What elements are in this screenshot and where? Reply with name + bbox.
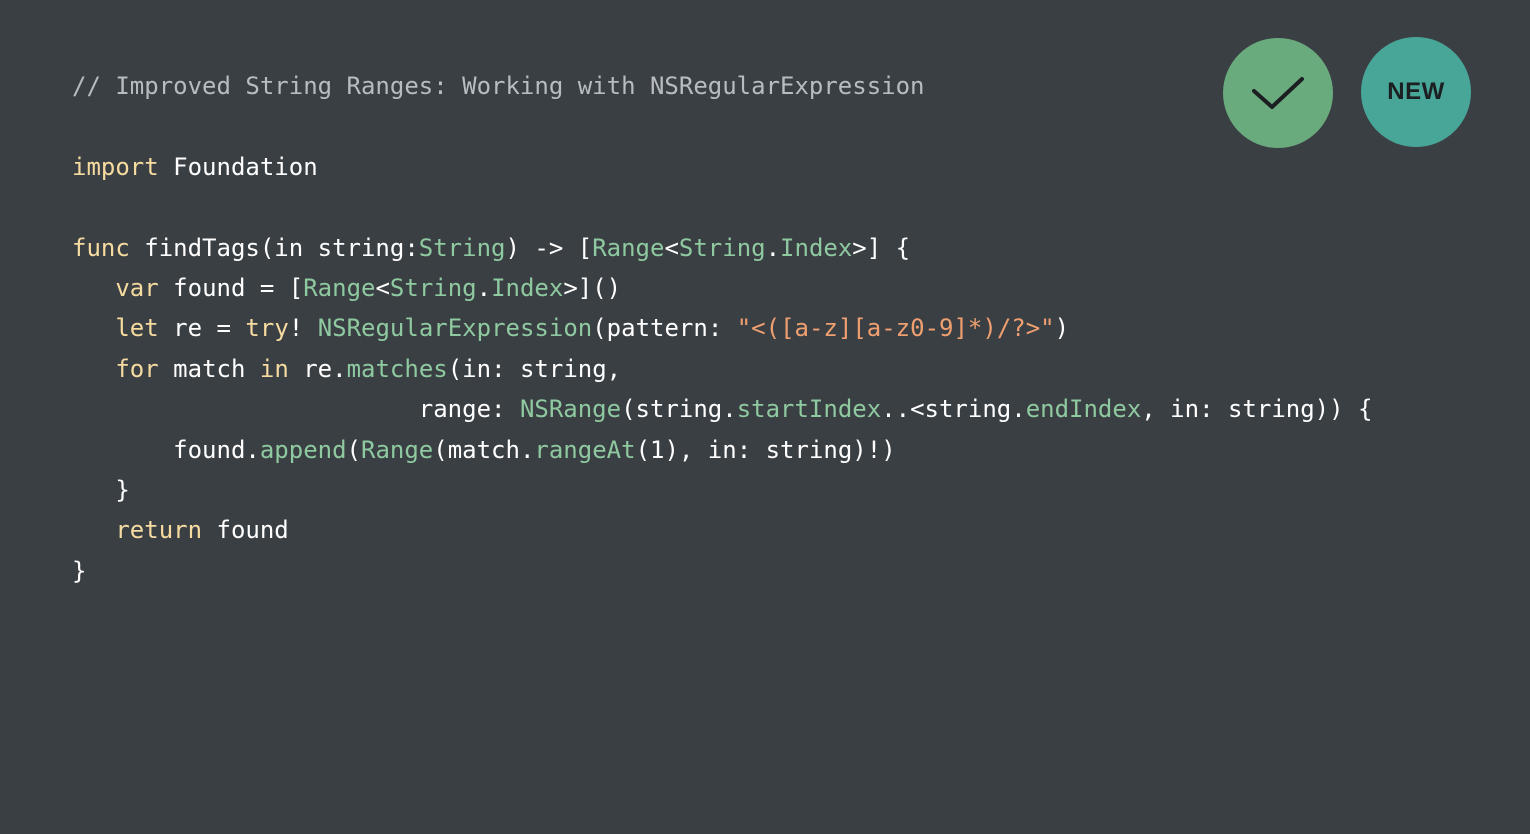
checkmark-badge xyxy=(1223,38,1333,148)
code-token-keyword: var xyxy=(115,273,159,302)
code-token-method: endIndex xyxy=(1025,395,1142,424)
code-line: found.append(Range(match.rangeAt(1), in:… xyxy=(72,430,1472,470)
code-token-type: String xyxy=(678,233,766,262)
code-token-plain: ) xyxy=(1054,314,1070,343)
code-token-keyword: try xyxy=(245,314,289,343)
code-token-string: "<([a-z][a-z0-9]*)/?>" xyxy=(736,314,1055,343)
code-token-plain: < xyxy=(375,273,390,302)
code-token-plain: range: xyxy=(72,395,520,424)
code-line: let re = try! NSRegularExpression(patter… xyxy=(72,308,1472,348)
code-token-plain: >]() xyxy=(563,273,622,302)
code-line: return found xyxy=(72,510,1472,550)
code-token-plain: , in: string)) { xyxy=(1141,395,1373,424)
code-token-method: append xyxy=(259,435,347,464)
code-token-plain: ( xyxy=(346,435,361,464)
code-token-plain: found. xyxy=(72,435,260,464)
code-token-type: Range xyxy=(303,273,376,302)
code-token-type: NSRange xyxy=(519,395,622,424)
code-token-plain: >] { xyxy=(852,233,911,262)
code-token-plain: } xyxy=(72,475,130,504)
code-token-plain: (1), in: string)!) xyxy=(635,435,896,464)
code-token-plain: < xyxy=(664,233,679,262)
code-token-plain: found = [ xyxy=(158,273,304,302)
code-line: for match in re.matches(in: string, xyxy=(72,349,1472,389)
code-token-keyword: let xyxy=(115,314,159,343)
code-token-plain: . xyxy=(765,233,781,262)
code-line: import Foundation xyxy=(72,147,1472,187)
code-token-plain: ! xyxy=(288,314,318,343)
code-token-plain: re. xyxy=(288,354,347,383)
new-badge-label: NEW xyxy=(1387,78,1445,105)
code-token-plain: found xyxy=(202,516,289,545)
code-token-type: NSRegularExpression xyxy=(317,314,593,343)
code-token-type: Range xyxy=(361,435,434,464)
code-token-type: String xyxy=(418,233,506,262)
code-token-method: startIndex xyxy=(736,395,882,424)
new-badge: NEW xyxy=(1361,37,1471,147)
code-line: var found = [Range<String.Index>]() xyxy=(72,268,1472,308)
code-token-plain: (in: string, xyxy=(447,354,622,383)
code-token-plain: Foundation xyxy=(158,152,318,181)
code-token-type: Index xyxy=(491,273,564,302)
code-token-plain: re = xyxy=(158,314,246,343)
code-line: func findTags(in string:String) -> [Rang… xyxy=(72,228,1472,268)
code-token-type: String xyxy=(389,273,477,302)
code-token-plain: . xyxy=(476,273,492,302)
code-token-type: Index xyxy=(780,233,853,262)
code-token-plain: (pattern: xyxy=(592,314,737,343)
code-token-plain: (match. xyxy=(433,435,535,464)
code-token-type: Range xyxy=(592,233,665,262)
code-line: range: NSRange(string.startIndex..<strin… xyxy=(72,389,1472,429)
code-line: } xyxy=(72,551,1472,591)
checkmark-icon xyxy=(1252,77,1304,109)
code-token-plain: match xyxy=(158,354,260,383)
code-token-keyword: func xyxy=(72,233,130,262)
code-token-method: matches xyxy=(346,354,448,383)
code-token-keyword: import xyxy=(72,152,159,181)
code-token-plain: ) -> [ xyxy=(505,233,593,262)
code-token-plain: } xyxy=(72,556,87,585)
code-token-method: rangeAt xyxy=(534,435,636,464)
code-token-comment: // Improved String Ranges: Working with … xyxy=(72,72,925,100)
code-token-keyword: for xyxy=(115,354,159,383)
code-token-keyword: in xyxy=(259,354,289,383)
code-token-plain: ..<string. xyxy=(881,395,1026,424)
code-token-plain: (string. xyxy=(621,395,737,424)
code-token-keyword: return xyxy=(115,516,203,545)
code-token-plain: findTags(in string: xyxy=(129,233,419,262)
code-line: } xyxy=(72,470,1472,510)
